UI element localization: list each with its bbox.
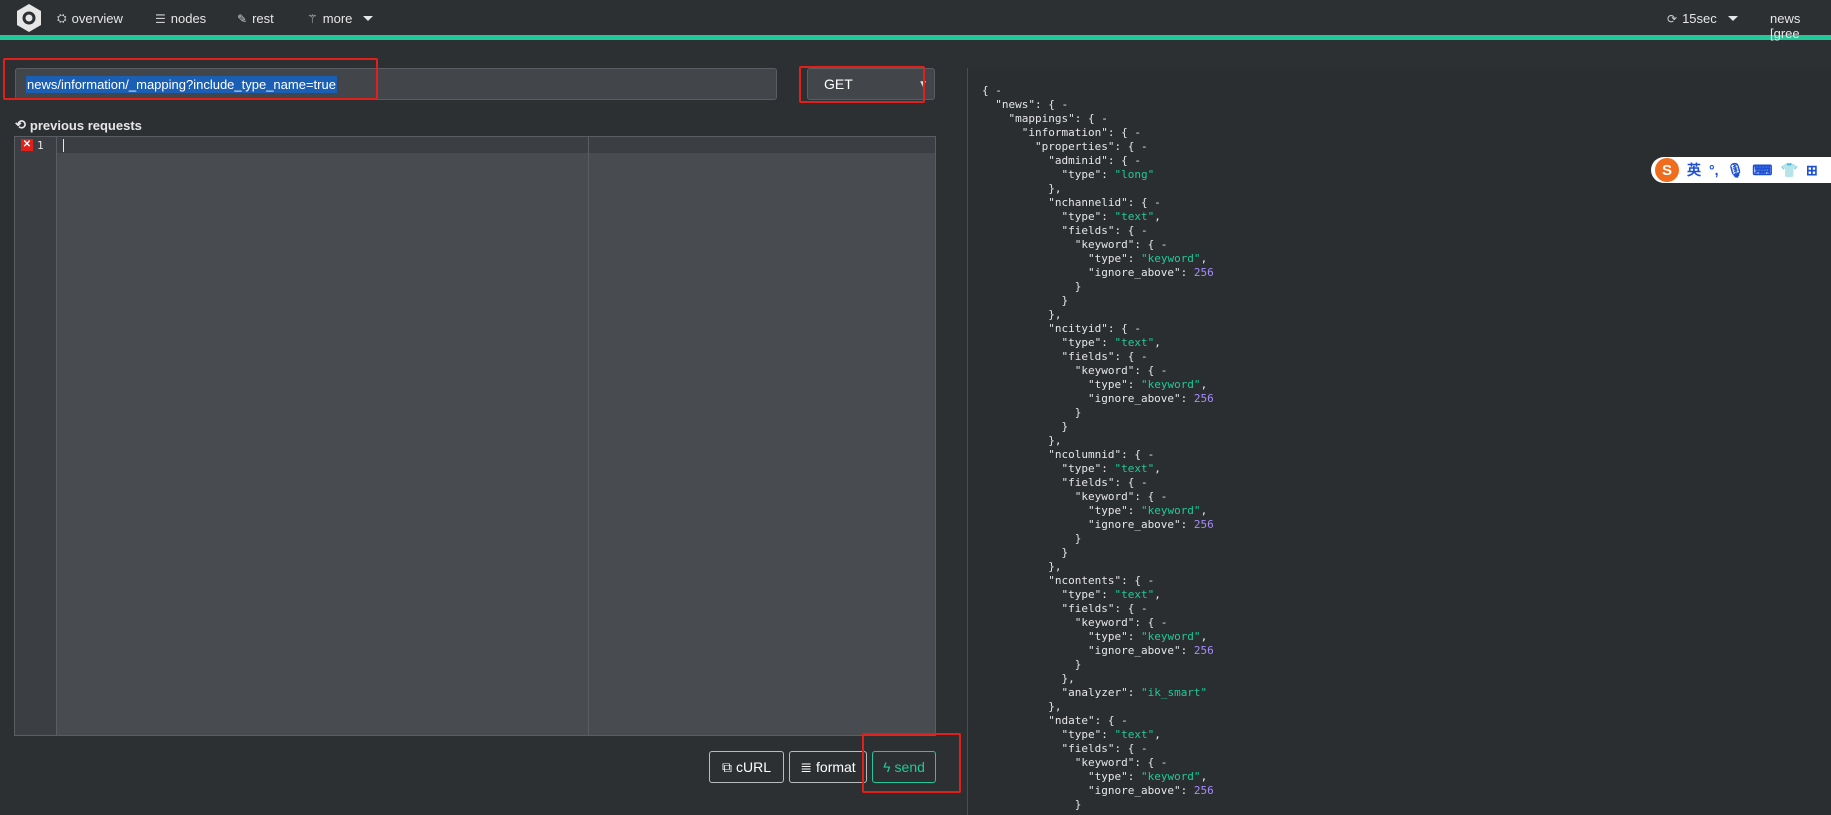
align-left-icon: ≣ <box>800 758 813 775</box>
format-button-label: format <box>816 759 856 775</box>
nav-nodes-label: nodes <box>170 11 207 26</box>
ime-punctuation-toggle[interactable]: °, <box>1709 162 1719 178</box>
chevron-down-icon <box>363 16 374 21</box>
skin-icon[interactable]: 👕 <box>1781 162 1798 179</box>
keyboard-icon[interactable]: ⌨ <box>1752 162 1772 179</box>
edit-icon: ✎ <box>237 11 248 26</box>
line-number: 1 <box>37 139 44 152</box>
copy-icon: ⧉ <box>721 758 732 775</box>
grid-menu-icon[interactable]: ⊞ <box>1806 162 1818 179</box>
error-icon: ✕ <box>21 139 33 151</box>
request-body-editor[interactable]: ✕ 1 <box>14 136 936 736</box>
magic-icon: ⚚ <box>307 11 318 26</box>
editor-active-line[interactable] <box>57 137 935 153</box>
send-button[interactable]: ϟ send <box>872 751 936 783</box>
nav-overview[interactable]: ⛭ overview <box>57 11 123 26</box>
refresh-icon: ⟳ <box>1667 11 1678 26</box>
nav-rest[interactable]: ✎ rest <box>237 11 274 26</box>
previous-requests-label: previous requests <box>29 117 142 133</box>
ime-language-toggle[interactable]: 英 <box>1687 160 1701 180</box>
nav-nodes[interactable]: ☰ nodes <box>155 11 206 26</box>
server-icon: ☰ <box>155 11 166 26</box>
chevron-down-icon: ▼ <box>918 79 928 90</box>
cluster-selector[interactable]: news [gree <box>1770 11 1831 41</box>
format-button[interactable]: ≣ format <box>789 751 867 783</box>
ime-toolbar[interactable]: S 英 °, 🎙 ⌨ 👕 ⊞ <box>1651 157 1831 183</box>
nav-more-label: more <box>322 11 353 26</box>
http-method-select[interactable]: GET ▼ <box>807 68 935 100</box>
sogou-logo-icon[interactable]: S <box>1655 158 1679 182</box>
top-navbar: ⛭ overview ☰ nodes ✎ rest ⚚ more ⟳ 15sec… <box>0 0 1831 41</box>
refresh-interval-dropdown[interactable]: ⟳ 15sec <box>1667 11 1738 26</box>
bolt-icon: ϟ <box>883 759 891 775</box>
nav-overview-label: overview <box>71 11 123 26</box>
refresh-interval-label: 15sec <box>1682 11 1717 26</box>
nav-more[interactable]: ⚚ more <box>307 11 374 26</box>
text-cursor <box>63 139 64 152</box>
curl-button[interactable]: ⧉ cURL <box>709 751 784 783</box>
send-button-label: send <box>894 759 925 775</box>
cerebro-logo-icon[interactable] <box>14 3 44 33</box>
curl-button-label: cURL <box>735 759 771 775</box>
previous-requests-toggle[interactable]: ⟲ previous requests <box>15 117 142 133</box>
response-json[interactable]: { - "news": { - "mappings": { - "informa… <box>982 84 1214 812</box>
sitemap-icon: ⛭ <box>57 11 67 25</box>
cluster-label: news [gree <box>1770 11 1801 41</box>
chevron-down-icon <box>1727 16 1738 21</box>
nav-rest-label: rest <box>252 11 274 26</box>
print-margin <box>588 137 589 735</box>
request-path-input[interactable]: news/information/_mapping?include_type_n… <box>15 68 777 100</box>
http-method-value: GET <box>824 76 853 92</box>
microphone-icon[interactable]: 🎙 <box>1727 162 1745 179</box>
request-path-text: news/information/_mapping?include_type_n… <box>26 75 337 93</box>
history-icon: ⟲ <box>15 117 26 132</box>
editor-gutter: ✕ 1 <box>15 137 57 735</box>
